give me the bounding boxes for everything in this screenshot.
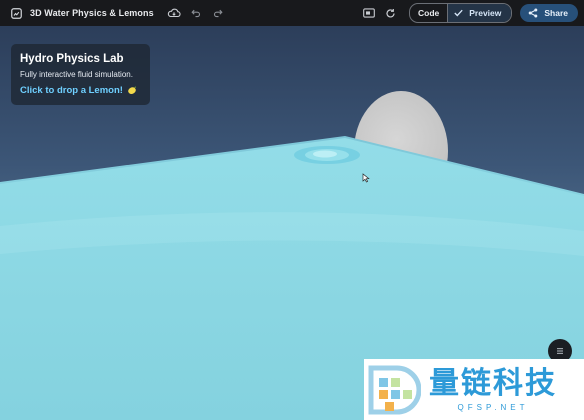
- tab-preview[interactable]: Preview: [447, 4, 512, 22]
- watermark-logo-icon: [368, 365, 421, 414]
- share-icon: [529, 8, 538, 18]
- top-toolbar: 3D Water Physics & Lemons Code Preview S…: [0, 0, 584, 26]
- tab-code[interactable]: Code: [410, 4, 447, 22]
- redo-icon[interactable]: [210, 5, 226, 21]
- grid-icon: [557, 348, 563, 354]
- refresh-icon[interactable]: [383, 5, 399, 21]
- panel-title: Hydro Physics Lab: [20, 53, 124, 65]
- watermark-cn: 量链科技: [429, 366, 557, 401]
- toolbar-right: Code Preview Share: [361, 3, 578, 23]
- cloud-sync-icon[interactable]: [166, 5, 182, 21]
- view-mode-toggle: Code Preview: [408, 3, 513, 23]
- watermark-en: QFSP.NET: [457, 403, 529, 412]
- undo-icon[interactable]: [188, 5, 204, 21]
- app-icon: [10, 7, 22, 19]
- share-button-label: Share: [544, 8, 568, 18]
- drop-lemon-label: Click to drop a Lemon!: [20, 85, 123, 96]
- mouse-cursor-icon: [362, 173, 370, 183]
- watermark: 量链科技 QFSP.NET: [364, 359, 584, 420]
- tab-preview-label: Preview: [469, 8, 502, 18]
- screen-icon[interactable]: [361, 5, 377, 21]
- info-panel: Hydro Physics Lab Fully interactive flui…: [11, 44, 150, 105]
- check-icon: [454, 9, 463, 17]
- water-ripple: [294, 146, 360, 164]
- lemon-icon: [127, 86, 137, 95]
- toolbar-left: 3D Water Physics & Lemons: [10, 5, 226, 21]
- drop-lemon-action[interactable]: Click to drop a Lemon!: [20, 85, 141, 96]
- share-button[interactable]: Share: [520, 4, 578, 22]
- watermark-text: 量链科技 QFSP.NET: [429, 366, 557, 413]
- app-title: 3D Water Physics & Lemons: [30, 8, 154, 18]
- panel-subtitle: Fully interactive fluid simulation.: [20, 70, 133, 79]
